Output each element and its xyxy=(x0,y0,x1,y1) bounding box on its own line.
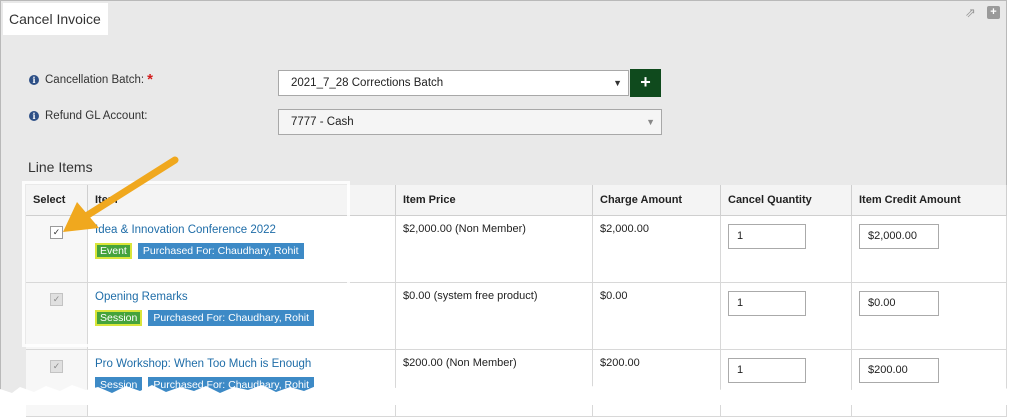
info-icon[interactable]: i xyxy=(29,111,39,121)
cancellation-batch-select[interactable]: 2021_7_28 Corrections Batch ▼ xyxy=(278,70,629,96)
cancel-quantity-cell: 1 xyxy=(720,349,852,417)
table-row: ✓ Opening Remarks Session Purchased For:… xyxy=(26,282,1007,350)
cancel-quantity-cell: 1 xyxy=(720,215,852,283)
cancel-quantity-input[interactable]: 1 xyxy=(728,358,806,383)
external-link-icon[interactable]: ⇗ xyxy=(964,6,977,19)
charge-amount: $2,000.00 xyxy=(592,215,721,283)
item-cell: Idea & Innovation Conference 2022 Event … xyxy=(87,215,396,283)
cancellation-batch-value: 2021_7_28 Corrections Batch xyxy=(291,77,444,89)
charge-amount: $200.00 xyxy=(592,349,721,417)
cancellation-batch-row: i Cancellation Batch: * xyxy=(29,71,153,88)
select-cell: ✓ xyxy=(26,215,88,283)
item-link[interactable]: Pro Workshop: When Too Much is Enough xyxy=(95,358,388,370)
item-price: $0.00 (system free product) xyxy=(395,282,593,350)
table-row: ✓ Pro Workshop: When Too Much is Enough … xyxy=(26,349,1007,417)
column-header: Item Price xyxy=(395,185,593,216)
required-marker: * xyxy=(147,71,153,88)
item-cell: Pro Workshop: When Too Much is Enough Se… xyxy=(87,349,396,417)
select-cell: ✓ xyxy=(26,349,88,417)
refund-gl-value: 7777 - Cash xyxy=(291,116,354,128)
cancellation-batch-label: Cancellation Batch: xyxy=(45,73,145,86)
chevron-down-icon: ▼ xyxy=(613,78,622,88)
cancel-quantity-input[interactable]: 1 xyxy=(728,224,806,249)
purchased-for-tag: Purchased For: Chaudhary, Rohit xyxy=(148,310,315,326)
column-header: Item Credit Amount xyxy=(851,185,1007,216)
cancel-quantity-cell: 1 xyxy=(720,282,852,350)
item-type-tag: Event xyxy=(95,243,132,259)
table-header-row: Select Item Item Price Charge Amount Can… xyxy=(26,185,1007,216)
chevron-down-icon: ▼ xyxy=(646,117,655,127)
purchased-for-tag: Purchased For: Chaudhary, Rohit xyxy=(148,377,315,393)
item-type-tag: Session xyxy=(95,377,143,393)
expand-plus-icon[interactable]: + xyxy=(987,6,1000,19)
credit-amount-cell: $200.00 xyxy=(851,349,1007,417)
select-cell: ✓ xyxy=(26,282,88,350)
line-items-table: Select Item Item Price Charge Amount Can… xyxy=(26,185,1007,417)
column-header: Item xyxy=(87,185,396,216)
panel-header-icons: ⇗ + xyxy=(964,6,1000,19)
line-items-heading: Line Items xyxy=(28,159,93,175)
item-price: $200.00 (Non Member) xyxy=(395,349,593,417)
charge-amount: $0.00 xyxy=(592,282,721,350)
row-select-checkbox[interactable]: ✓ xyxy=(50,293,63,306)
column-header: Cancel Quantity xyxy=(720,185,852,216)
column-header: Select xyxy=(26,185,88,216)
row-select-checkbox[interactable]: ✓ xyxy=(50,226,63,239)
item-link[interactable]: Opening Remarks xyxy=(95,291,388,303)
item-credit-amount-input[interactable]: $2,000.00 xyxy=(859,224,939,249)
item-credit-amount-input[interactable]: $200.00 xyxy=(859,358,939,383)
info-icon[interactable]: i xyxy=(29,74,39,85)
item-cell: Opening Remarks Session Purchased For: C… xyxy=(87,282,396,350)
purchased-for-tag: Purchased For: Chaudhary, Rohit xyxy=(137,243,304,259)
item-link[interactable]: Idea & Innovation Conference 2022 xyxy=(95,224,388,236)
cancel-invoice-panel: Cancel Invoice ⇗ + i Cancellation Batch:… xyxy=(0,0,1007,417)
column-header: Charge Amount xyxy=(592,185,721,216)
credit-amount-cell: $0.00 xyxy=(851,282,1007,350)
item-price: $2,000.00 (Non Member) xyxy=(395,215,593,283)
add-batch-button[interactable]: + xyxy=(630,69,661,97)
refund-gl-row: i Refund GL Account: xyxy=(29,110,148,122)
row-select-checkbox[interactable]: ✓ xyxy=(50,360,63,373)
table-row: ✓ Idea & Innovation Conference 2022 Even… xyxy=(26,215,1007,283)
item-type-tag: Session xyxy=(95,310,143,326)
cancel-quantity-input[interactable]: 1 xyxy=(728,291,806,316)
item-credit-amount-input[interactable]: $0.00 xyxy=(859,291,939,316)
credit-amount-cell: $2,000.00 xyxy=(851,215,1007,283)
refund-gl-select[interactable]: 7777 - Cash ▼ xyxy=(278,109,662,135)
panel-title: Cancel Invoice xyxy=(3,3,108,35)
refund-gl-label: Refund GL Account: xyxy=(45,110,148,122)
